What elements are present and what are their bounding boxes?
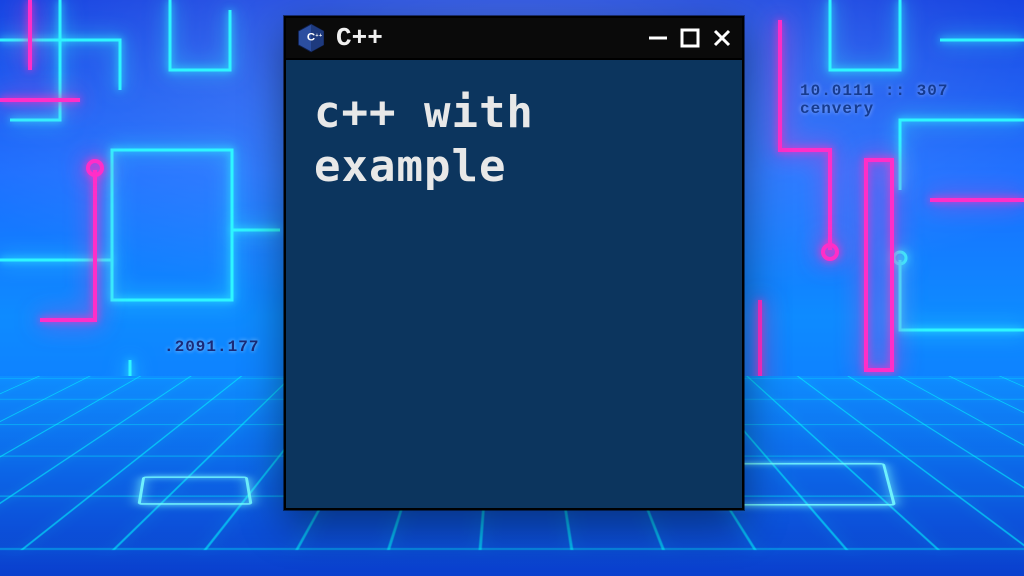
maximize-button[interactable] <box>680 28 700 48</box>
cpp-hexagon-icon: C + + <box>296 23 326 53</box>
bg-decor-text-2: 10.0111 :: 307 cenvery <box>800 82 1024 118</box>
svg-text:+: + <box>319 33 322 39</box>
svg-text:C: C <box>307 31 315 43</box>
window-title: C++ <box>336 23 383 53</box>
floor-tile <box>137 477 252 505</box>
terminal-content: c++ with example <box>286 60 742 219</box>
window-controls <box>648 28 732 48</box>
titlebar[interactable]: C + + C++ <box>286 18 742 60</box>
bg-decor-text-1: .2091.177 <box>164 338 259 356</box>
minimize-button[interactable] <box>648 28 668 48</box>
svg-text:+: + <box>315 33 318 39</box>
close-button[interactable] <box>712 28 732 48</box>
terminal-window: C + + C++ c++ with example <box>284 16 744 510</box>
